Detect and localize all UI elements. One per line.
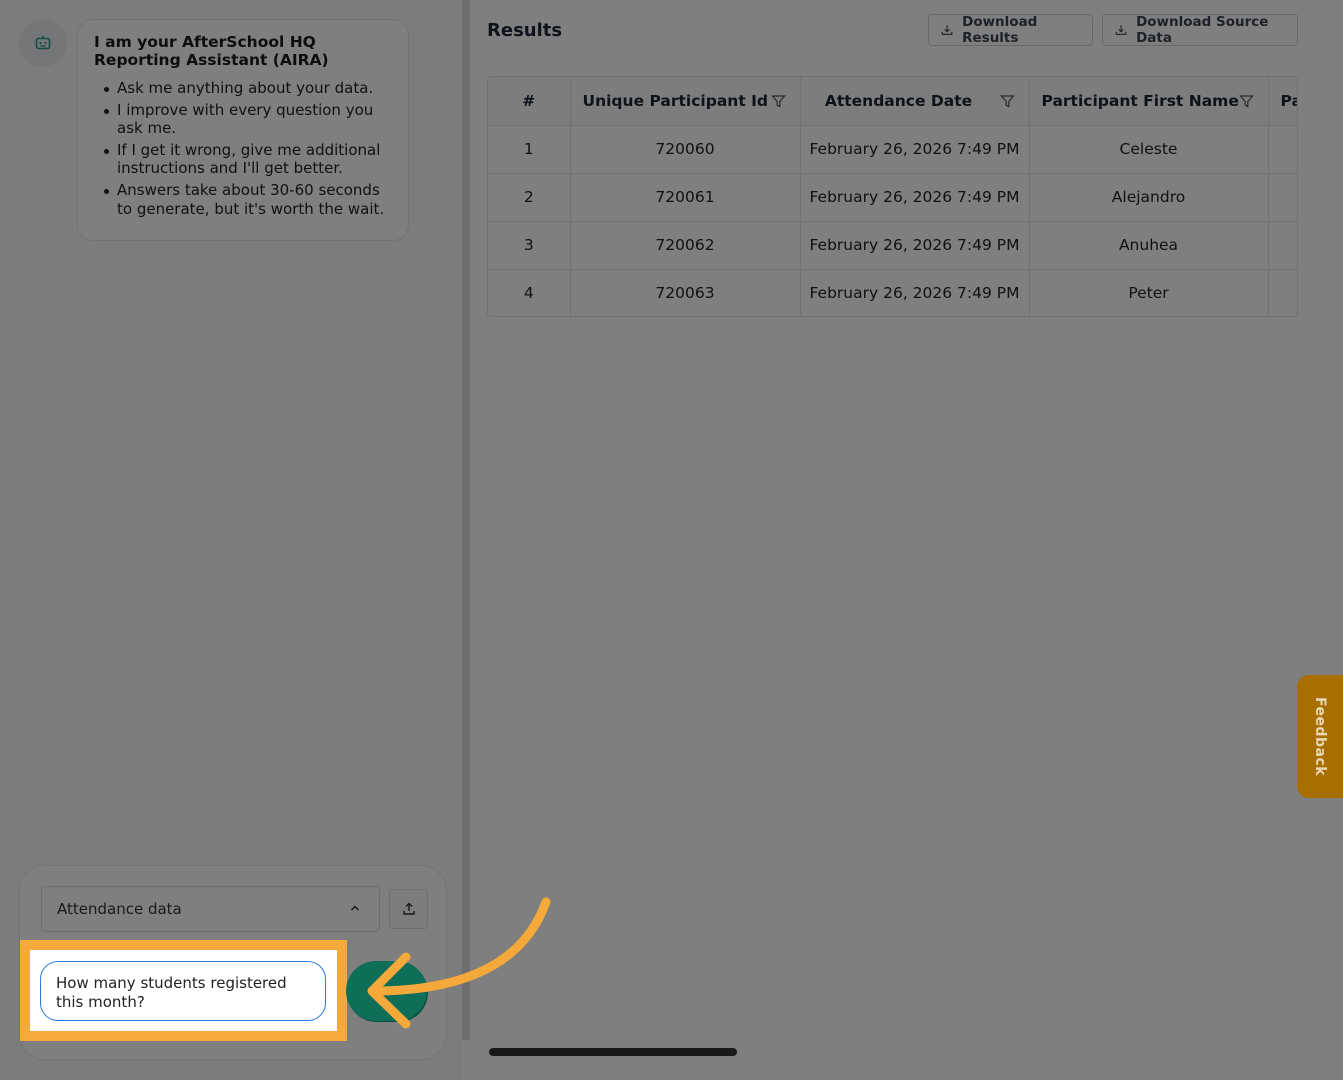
intro-list: Ask me anything about your data. I impro…: [94, 79, 392, 218]
cell-index: 1: [488, 125, 571, 174]
upload-button[interactable]: [389, 889, 428, 929]
bot-avatar: [19, 19, 67, 67]
download-results-button[interactable]: Download Results: [928, 14, 1093, 46]
intro-message: I am your AfterSchool HQ Reporting Assis…: [77, 19, 409, 241]
chevron-up-icon: [350, 905, 360, 911]
panel-resize-handle[interactable]: [462, 0, 470, 1040]
cell-index: 3: [488, 221, 571, 270]
filter-icon[interactable]: [999, 94, 1015, 109]
cell-truncated: [1268, 173, 1297, 222]
intro-point: If I get it wrong, give me additional in…: [94, 141, 392, 178]
horizontal-scrollbar-thumb[interactable]: [489, 1048, 737, 1056]
chat-panel: I am your AfterSchool HQ Reporting Assis…: [0, 0, 462, 1080]
query-input[interactable]: How many students registered this month?: [40, 961, 326, 1021]
filter-icon[interactable]: [1238, 94, 1254, 109]
results-title: Results: [487, 20, 563, 41]
cell-first-name: Peter: [1029, 269, 1269, 316]
feedback-label: Feedback: [1312, 696, 1328, 777]
cell-index: 4: [488, 269, 571, 316]
cell-participant-id: 720060: [570, 125, 801, 174]
intro-title: I am your AfterSchool HQ Reporting Assis…: [94, 33, 329, 69]
cell-truncated: [1268, 125, 1297, 174]
table-row: 3 720062 February 26, 2026 7:49 PM Anuhe…: [488, 221, 1297, 270]
download-source-data-button[interactable]: Download Source Data: [1102, 14, 1298, 46]
upload-icon: [402, 902, 415, 915]
download-icon: [1115, 25, 1127, 35]
cell-truncated: [1268, 269, 1297, 316]
cell-truncated: [1268, 221, 1297, 270]
table-header-row: # Unique Participant Id Attendance Date …: [488, 77, 1297, 126]
cell-attendance-date: February 26, 2026 7:49 PM: [800, 269, 1030, 316]
column-header-truncated[interactable]: Pa: [1268, 77, 1297, 126]
send-button[interactable]: [347, 963, 428, 1022]
cell-attendance-date: February 26, 2026 7:49 PM: [800, 173, 1030, 222]
cell-participant-id: 720062: [570, 221, 801, 270]
download-source-label: Download Source Data: [1136, 14, 1269, 46]
column-header-index: #: [488, 77, 571, 126]
cell-first-name: Alejandro: [1029, 173, 1269, 222]
intro-point: Ask me anything about your data.: [94, 79, 392, 98]
dataset-select-value: Attendance data: [57, 900, 182, 918]
feedback-tab[interactable]: Feedback: [1297, 675, 1343, 798]
column-header-first-name[interactable]: Participant First Name: [1029, 77, 1269, 126]
cell-attendance-date: February 26, 2026 7:49 PM: [800, 221, 1030, 270]
cell-participant-id: 720063: [570, 269, 801, 316]
cell-first-name: Anuhea: [1029, 221, 1269, 270]
download-results-label: Download Results: [962, 14, 1038, 46]
cell-index: 2: [488, 173, 571, 222]
dataset-select[interactable]: Attendance data: [41, 886, 380, 932]
table-row: 1 720060 February 26, 2026 7:49 PM Celes…: [488, 125, 1297, 174]
cell-attendance-date: February 26, 2026 7:49 PM: [800, 125, 1030, 174]
intro-point: I improve with every question you ask me…: [94, 101, 392, 138]
cell-participant-id: 720061: [570, 173, 801, 222]
column-header-participant-id[interactable]: Unique Participant Id: [570, 77, 801, 126]
table-row: 4 720063 February 26, 2026 7:49 PM Peter: [488, 269, 1297, 316]
download-icon: [941, 25, 953, 35]
intro-point: Answers take about 30-60 seconds to gene…: [94, 181, 392, 218]
filter-icon[interactable]: [770, 94, 786, 109]
robot-icon: [35, 35, 51, 50]
results-table: # Unique Participant Id Attendance Date …: [487, 76, 1298, 317]
table-row: 2 720061 February 26, 2026 7:49 PM Aleja…: [488, 173, 1297, 222]
cell-first-name: Celeste: [1029, 125, 1269, 174]
column-header-attendance-date[interactable]: Attendance Date: [800, 77, 1030, 126]
